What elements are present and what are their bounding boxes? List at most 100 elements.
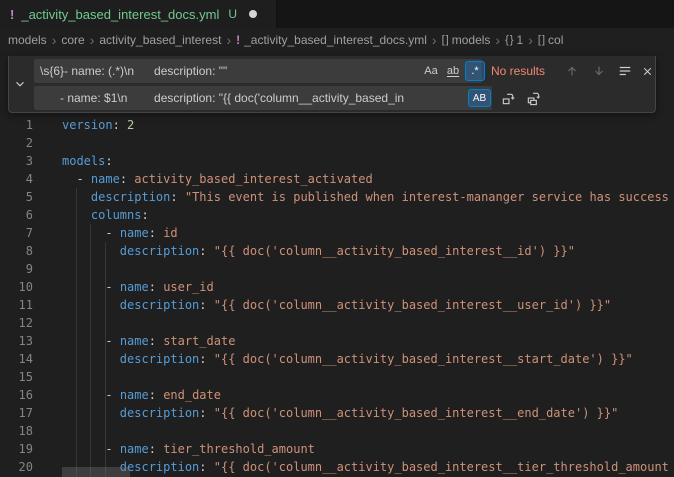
code-text: description: "{{ doc('column__activity_b… (62, 404, 618, 422)
find-results-status: No results (491, 59, 545, 83)
yaml-file-icon: ! (236, 33, 240, 47)
replace-button[interactable] (498, 88, 519, 108)
breadcrumb-item[interactable]: ! _activity_based_interest_docs.yml (236, 33, 427, 47)
tab-title: _activity_based_interest_docs.yml (21, 7, 219, 22)
line-number: 18 (0, 422, 33, 440)
yaml-file-icon: ! (10, 7, 14, 22)
code-line[interactable]: 17 description: "{{ doc('column__activit… (0, 404, 674, 422)
breadcrumb-separator-icon: › (52, 32, 57, 48)
toggle-replace-button[interactable] (9, 56, 31, 112)
code-text: - name: end_date (62, 386, 221, 404)
find-replace-widget: Aa ab .* No results (8, 56, 656, 113)
code-text: - name: tier_threshold_amount (62, 440, 315, 458)
line-number: 9 (0, 260, 33, 278)
symbol-array-icon: [ ] (442, 34, 448, 46)
breadcrumb-separator-icon: › (495, 32, 500, 48)
find-in-selection-button[interactable] (614, 61, 635, 81)
code-line[interactable]: 12 (0, 314, 674, 332)
whole-word-button[interactable]: ab (443, 61, 463, 81)
line-number: 12 (0, 314, 33, 332)
code-line[interactable]: 1version: 2 (0, 116, 674, 134)
code-line[interactable]: 19 - name: tier_threshold_amount (0, 440, 674, 458)
line-number: 2 (0, 134, 33, 152)
code-line[interactable]: 5 description: "This event is published … (0, 188, 674, 206)
breadcrumb-separator-icon: › (226, 32, 231, 48)
code-text: description: "{{ doc('column__activity_b… (62, 242, 575, 260)
code-line[interactable]: 3models: (0, 152, 674, 170)
whole-word-icon: ab (447, 65, 459, 77)
code-text: description: "{{ doc('column__activity_b… (62, 350, 633, 368)
match-case-icon: Aa (424, 65, 437, 77)
code-text: - name: activity_based_interest_activate… (62, 170, 373, 188)
breadcrumb-label: _activity_based_interest_docs.yml (244, 33, 427, 47)
indent-guide (105, 242, 106, 477)
line-number: 5 (0, 188, 33, 206)
breadcrumb-item[interactable]: [ ]col (538, 33, 564, 47)
modified-dot-icon[interactable] (249, 10, 257, 18)
breadcrumb-item[interactable]: core (61, 33, 84, 47)
breadcrumb-label: core (61, 33, 84, 47)
line-number: 11 (0, 296, 33, 314)
code-line[interactable]: 4 - name: activity_based_interest_activa… (0, 170, 674, 188)
tab-bar: ! _activity_based_interest_docs.yml U (0, 0, 674, 28)
code-text: version: 2 (62, 116, 134, 134)
horizontal-scrollbar[interactable] (62, 467, 130, 477)
chevron-down-icon (13, 77, 27, 91)
close-find-widget-button[interactable] (637, 61, 658, 81)
code-line[interactable]: 18 (0, 422, 674, 440)
arrow-up-icon (565, 64, 579, 78)
code-line[interactable]: 9 (0, 260, 674, 278)
git-untracked-badge: U (228, 7, 237, 21)
selection-icon (618, 64, 632, 78)
editor[interactable]: 1version: 223models:4 - name: activity_b… (0, 52, 674, 477)
replace-all-button[interactable] (523, 88, 544, 108)
line-number: 10 (0, 278, 33, 296)
line-number: 14 (0, 350, 33, 368)
editor-lines: 1version: 223models:4 - name: activity_b… (0, 116, 674, 476)
code-line[interactable]: 15 (0, 368, 674, 386)
code-line[interactable]: 10 - name: user_id (0, 278, 674, 296)
line-number: 19 (0, 440, 33, 458)
breadcrumb-label: models (452, 33, 491, 47)
code-text: - name: user_id (62, 278, 214, 296)
previous-match-button[interactable] (561, 61, 582, 81)
close-icon (641, 65, 654, 78)
breadcrumb-item[interactable]: [ ] models (442, 33, 491, 47)
arrow-down-icon (592, 64, 606, 78)
breadcrumb-item[interactable]: models (8, 33, 47, 47)
line-number: 16 (0, 386, 33, 404)
code-line[interactable]: 6 columns: (0, 206, 674, 224)
symbol-object-icon: { } (505, 34, 512, 46)
breadcrumb-separator-icon: › (432, 32, 437, 48)
breadcrumb-label: activity_based_interest (99, 33, 221, 47)
regex-button[interactable]: .* (465, 61, 485, 81)
code-text: description: "{{ doc('column__activity_b… (62, 296, 611, 314)
code-line[interactable]: 11 description: "{{ doc('column__activit… (0, 296, 674, 314)
code-line[interactable]: 14 description: "{{ doc('column__activit… (0, 350, 674, 368)
preserve-case-icon: AB (473, 93, 486, 104)
breadcrumb-label: models (8, 33, 47, 47)
replace-all-icon (526, 91, 541, 106)
preserve-case-button[interactable]: AB (468, 89, 491, 107)
tab-active-file[interactable]: ! _activity_based_interest_docs.yml U (0, 0, 277, 28)
breadcrumb-separator-icon: › (90, 32, 95, 48)
code-text: columns: (62, 206, 149, 224)
breadcrumb-item[interactable]: activity_based_interest (99, 33, 221, 47)
code-line[interactable]: 7 - name: id (0, 224, 674, 242)
breadcrumb-label: 1 (517, 33, 524, 47)
code-line[interactable]: 13 - name: start_date (0, 332, 674, 350)
indent-guide (76, 188, 77, 477)
code-text: - name: start_date (62, 332, 235, 350)
next-match-button[interactable] (588, 61, 609, 81)
match-case-button[interactable]: Aa (421, 61, 441, 81)
code-line[interactable]: 16 - name: end_date (0, 386, 674, 404)
replace-input[interactable] (34, 86, 492, 110)
code-line[interactable]: 8 description: "{{ doc('column__activity… (0, 242, 674, 260)
breadcrumb: models › core › activity_based_interest ›! _ac… (0, 28, 674, 52)
line-number: 3 (0, 152, 33, 170)
breadcrumb-item[interactable]: { } 1 (505, 33, 523, 47)
find-input[interactable] (34, 59, 482, 83)
line-number: 8 (0, 242, 33, 260)
code-line[interactable]: 2 (0, 134, 674, 152)
line-number: 20 (0, 458, 33, 476)
